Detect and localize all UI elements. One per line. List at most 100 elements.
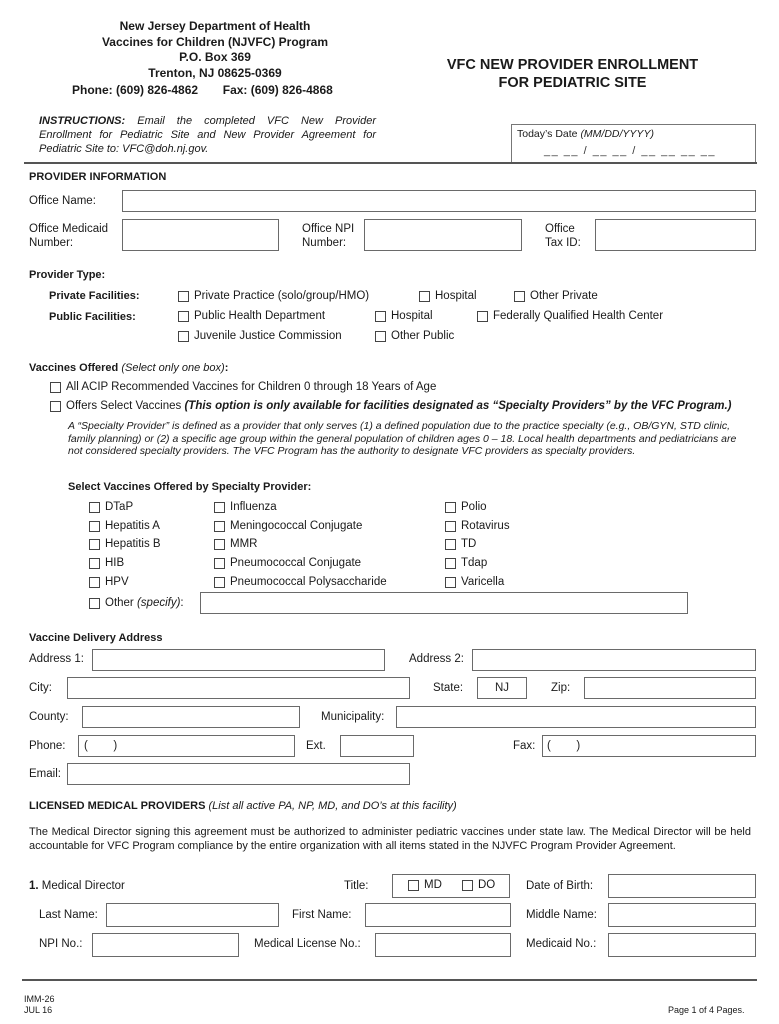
- other-vaccine-checkbox[interactable]: [89, 598, 100, 609]
- footer-divider: [22, 979, 757, 981]
- vaccine-hepatitis-b-checkbox[interactable]: [89, 539, 100, 551]
- vaccine-hib-checkbox[interactable]: [89, 558, 100, 570]
- vaccine-varicella-label: Varicella: [461, 575, 505, 588]
- vaccine-dtap-label: DTaP: [105, 501, 134, 513]
- medical-director-heading: 1. Medical Director: [29, 880, 125, 892]
- vaccine-meningococcal-conjugate-label: Meningococcal Conjugate: [230, 519, 363, 532]
- vaccine-pneumococcal-conjugate-checkbox[interactable]: [214, 558, 225, 570]
- state-input[interactable]: NJ: [477, 677, 527, 699]
- first-name-input[interactable]: [365, 903, 511, 927]
- select-vaccines-checkbox[interactable]: [50, 401, 61, 412]
- juvenile-justice-checkbox[interactable]: [178, 331, 189, 342]
- phone-input[interactable]: ( ): [78, 735, 295, 757]
- do-checkbox[interactable]: [462, 880, 473, 891]
- office-taxid-input[interactable]: [595, 219, 756, 251]
- city-line: Trenton, NJ 08625-0369: [148, 65, 282, 80]
- public-health-dept-checkbox[interactable]: [178, 311, 189, 322]
- public-hospital-checkbox[interactable]: [375, 311, 386, 322]
- county-label: County:: [29, 711, 69, 723]
- vaccine-hepatitis-a-label: Hepatitis A: [105, 519, 160, 532]
- dob-input[interactable]: [608, 874, 756, 898]
- npi-no-input[interactable]: [92, 933, 239, 957]
- md-checkbox[interactable]: [408, 880, 419, 891]
- zip-input[interactable]: [584, 677, 756, 699]
- select-vaccines-title: Select Vaccines Offered by Specialty Pro…: [68, 481, 312, 493]
- other-public-label: Other Public: [391, 330, 455, 342]
- email-input[interactable]: [67, 763, 410, 785]
- other-vaccine-input[interactable]: [200, 592, 688, 614]
- middle-name-input[interactable]: [608, 903, 756, 927]
- provider-info-title: PROVIDER INFORMATION: [29, 171, 167, 183]
- fax-label: Fax:: [513, 740, 536, 752]
- ext-input[interactable]: [340, 735, 414, 757]
- city-input[interactable]: [67, 677, 410, 699]
- vaccine-td-checkbox[interactable]: [445, 539, 456, 551]
- private-practice-label: Private Practice (solo/group/HMO): [194, 290, 370, 302]
- form-title-line1: VFC NEW PROVIDER ENROLLMENT: [446, 57, 699, 73]
- office-npi-input[interactable]: [364, 219, 522, 251]
- vaccine-hpv-checkbox[interactable]: [89, 576, 100, 588]
- vaccine-dtap-checkbox[interactable]: [89, 502, 100, 513]
- fax-value: ( ): [547, 740, 581, 752]
- medical-license-input[interactable]: [375, 933, 511, 957]
- private-practice-checkbox[interactable]: [178, 291, 189, 302]
- county-input[interactable]: [82, 706, 300, 728]
- address2-input[interactable]: [472, 649, 756, 671]
- vaccine-rotavirus-label: Rotavirus: [461, 519, 510, 532]
- address2-label: Address 2:: [409, 653, 464, 665]
- vaccine-pneumococcal-polysaccharide-checkbox[interactable]: [214, 576, 225, 588]
- vaccine-mmr-checkbox[interactable]: [214, 539, 225, 551]
- office-medicaid-label: Office Medicaid Number:: [29, 223, 109, 249]
- city-label: City:: [29, 682, 52, 694]
- vaccine-tdap-checkbox[interactable]: [445, 558, 456, 570]
- vaccine-meningococcal-conjugate-checkbox[interactable]: [214, 520, 225, 532]
- office-name-input[interactable]: [122, 190, 756, 212]
- public-facilities-label: Public Facilities:: [49, 311, 136, 323]
- municipality-input[interactable]: [396, 706, 756, 728]
- todays-date-blank: __ __ / __ __ / __ __ __ __: [544, 145, 717, 157]
- vaccine-mmr-label: MMR: [230, 538, 258, 551]
- form-title: VFC NEW PROVIDER ENROLLMENT FOR PEDIATRI…: [405, 56, 740, 92]
- provider-type-title: Provider Type:: [29, 269, 106, 281]
- all-acip-checkbox[interactable]: [50, 382, 61, 393]
- office-name-label: Office Name:: [29, 195, 96, 207]
- po-box: P.O. Box 369: [179, 50, 251, 64]
- last-name-input[interactable]: [106, 903, 279, 927]
- todays-date-field[interactable]: Today’s Date (MM/DD/YYYY) __ __ / __ __ …: [511, 124, 756, 163]
- vaccine-polio-checkbox[interactable]: [445, 502, 456, 513]
- phone-value: ( ): [84, 740, 118, 752]
- address1-input[interactable]: [92, 649, 385, 671]
- office-medicaid-input[interactable]: [122, 219, 279, 251]
- fqhc-checkbox[interactable]: [477, 311, 488, 322]
- medicaid-no-label: Medicaid No.:: [526, 938, 597, 950]
- delivery-address-title: Vaccine Delivery Address: [29, 632, 163, 644]
- public-health-dept-label: Public Health Department: [194, 310, 326, 322]
- state-value: NJ: [494, 682, 510, 694]
- form-revision: JUL 16: [24, 1005, 53, 1015]
- dob-label: Date of Birth:: [526, 880, 594, 892]
- form-title-line2: FOR PEDIATRIC SITE: [498, 75, 647, 91]
- fax-input[interactable]: ( ): [542, 735, 756, 757]
- vaccine-hepatitis-b-label: Hepatitis B: [105, 538, 161, 551]
- office-taxid-label: Office Tax ID:: [545, 223, 581, 249]
- municipality-label: Municipality:: [321, 711, 385, 723]
- middle-name-label: Middle Name:: [526, 909, 597, 921]
- medicaid-no-input[interactable]: [608, 933, 756, 957]
- page-number: Page 1 of 4 Pages.: [668, 1005, 745, 1015]
- select-vaccines-label: Offers Select Vaccines (This option is o…: [66, 400, 732, 412]
- vaccine-influenza-checkbox[interactable]: [214, 502, 225, 513]
- vaccine-polio-label: Polio: [461, 501, 487, 513]
- other-public-checkbox[interactable]: [375, 331, 386, 342]
- npi-no-label: NPI No.:: [39, 938, 83, 950]
- first-name-label: First Name:: [292, 909, 352, 921]
- other-private-checkbox[interactable]: [514, 291, 525, 302]
- vaccine-hepatitis-a-checkbox[interactable]: [89, 520, 100, 532]
- all-acip-label: All ACIP Recommended Vaccines for Childr…: [66, 381, 437, 393]
- private-hospital-checkbox[interactable]: [419, 291, 430, 302]
- todays-date-label: Today’s Date (MM/DD/YYYY): [517, 128, 654, 140]
- vaccine-varicella-checkbox[interactable]: [445, 576, 456, 588]
- contact-line: Phone: (609) 826-4862 Fax: (609) 826-486…: [72, 83, 333, 97]
- vaccine-hpv-label: HPV: [105, 575, 129, 588]
- vaccine-rotavirus-checkbox[interactable]: [445, 520, 456, 532]
- public-hospital-label: Hospital: [391, 310, 433, 322]
